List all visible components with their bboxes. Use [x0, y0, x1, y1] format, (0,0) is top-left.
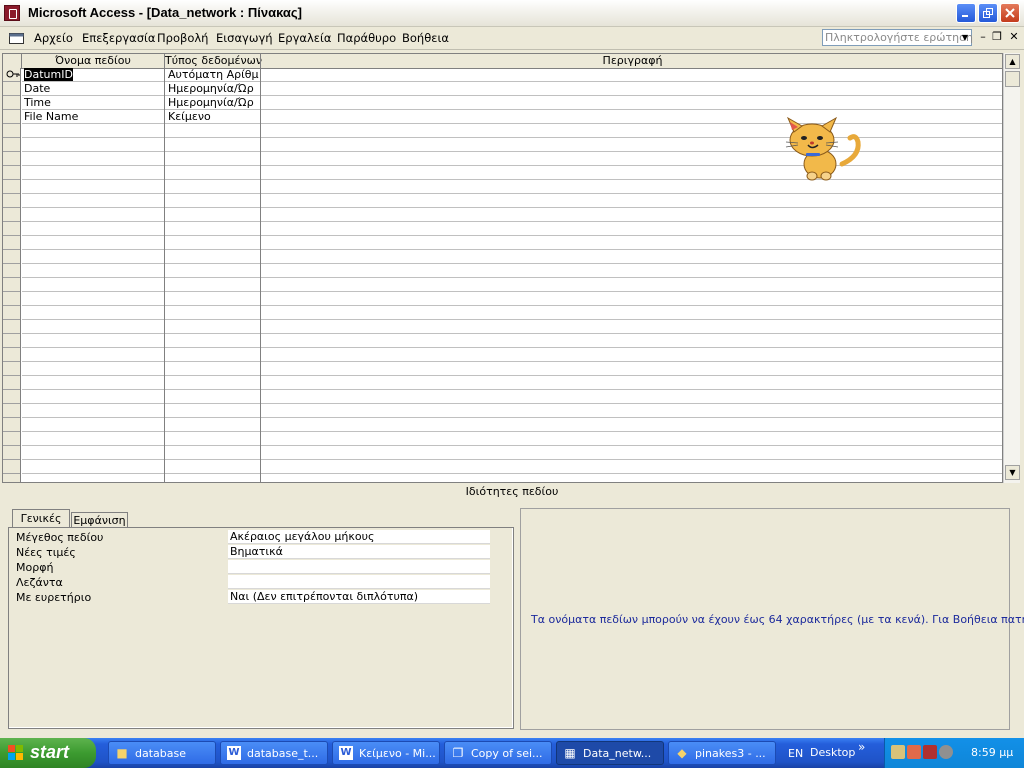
property-value-new-values[interactable]: Βηματικά — [228, 545, 490, 559]
mdi-close-button[interactable]: ✕ — [1007, 30, 1021, 44]
minimize-button[interactable] — [956, 3, 976, 23]
header-field-name[interactable]: Όνομα πεδίου — [22, 54, 165, 68]
property-value-field-size[interactable]: Ακέραιος μεγάλου μήκους — [228, 530, 490, 544]
property-label-caption: Λεζάντα — [16, 576, 63, 589]
chevron-down-icon[interactable]: ▼ — [959, 31, 971, 44]
field-name-cell[interactable]: DatumID — [24, 68, 73, 81]
column-divider — [164, 54, 165, 482]
taskbar-button-label: Data_netw... — [583, 747, 652, 760]
field-name-cell[interactable]: Time — [24, 96, 162, 110]
header-data-type[interactable]: Τύπος δεδομένων — [165, 54, 262, 68]
taskbar-button-copy-of[interactable]: ❐ Copy of sei... — [444, 741, 552, 765]
taskbar-button-database[interactable]: ■ database — [108, 741, 216, 765]
taskbar-button-pinakes3[interactable]: ◆ pinakes3 - ... — [668, 741, 776, 765]
column-divider — [260, 54, 261, 482]
office-assistant-cat[interactable] — [772, 112, 864, 184]
language-indicator[interactable]: EN — [788, 747, 803, 760]
start-label: start — [30, 742, 70, 762]
menu-tools[interactable]: Εργαλεία — [278, 31, 331, 45]
property-label-format: Μορφή — [16, 561, 54, 574]
taskbar-button-label: database_t... — [247, 747, 319, 760]
document-window-icon[interactable] — [8, 30, 26, 46]
taskbar-button-keimeno[interactable]: W Κείμενο - Mi... — [332, 741, 440, 765]
restore-button[interactable] — [978, 3, 998, 23]
vertical-scrollbar[interactable]: ▲ ▼ — [1003, 53, 1020, 483]
taskbar-button-label: pinakes3 - ... — [695, 747, 766, 760]
grid-header: Όνομα πεδίου Τύπος δεδομένων Περιγραφή — [3, 54, 1002, 69]
taskbar-button-label: Copy of sei... — [471, 747, 543, 760]
menu-file[interactable]: Αρχείο — [34, 31, 73, 45]
menu-help[interactable]: Βοήθεια — [402, 31, 449, 45]
clock[interactable]: 8:59 μμ — [971, 746, 1013, 759]
window-title: Microsoft Access - [Data_network : Πίνακ… — [28, 5, 302, 20]
scroll-down-icon[interactable]: ▼ — [1005, 465, 1020, 480]
taskbar-button-data-network[interactable]: ▦ Data_netw... — [556, 741, 664, 765]
header-description[interactable]: Περιγραφή — [261, 54, 1002, 68]
help-text: Τα ονόματα πεδίων μπορούν να έχουν έως 6… — [531, 613, 1024, 626]
property-value-caption[interactable] — [228, 575, 490, 589]
data-type-cell[interactable]: Ημερομηνία/Ώρ — [168, 82, 260, 96]
tray-assistant-icon[interactable] — [907, 745, 921, 759]
table-icon: ▦ — [564, 746, 576, 760]
mdi-minimize-button[interactable]: – — [976, 30, 990, 44]
data-type-cell[interactable]: Αυτόματη Αρίθμ — [168, 68, 260, 82]
taskbar-button-label: Κείμενο - Mi... — [359, 747, 436, 760]
tray-volume-icon[interactable] — [939, 745, 953, 759]
system-tray: 8:59 μμ — [884, 738, 1024, 768]
property-value-indexed[interactable]: Ναι (Δεν επιτρέπονται διπλότυπα) — [228, 590, 490, 604]
property-value-format[interactable] — [228, 560, 490, 574]
data-type-cell[interactable]: Κείμενο — [168, 110, 260, 124]
menu-edit[interactable]: Επεξεργασία — [82, 31, 155, 45]
ask-question-box[interactable]: Πληκτρολογήστε ερώτηση ▼ — [822, 29, 974, 46]
field-name-cell[interactable]: File Name — [24, 110, 162, 124]
menu-window[interactable]: Παράθυρο — [337, 31, 396, 45]
access-app-icon[interactable] — [4, 5, 20, 21]
field-properties-title: Ιδιότητες πεδίου — [465, 485, 559, 498]
menu-insert[interactable]: Εισαγωγή — [216, 31, 273, 45]
taskbar-button-label: database — [135, 747, 186, 760]
start-button[interactable]: start — [0, 738, 96, 768]
header-corner — [3, 54, 22, 68]
property-label-new-values: Νέες τιμές — [16, 546, 76, 559]
table-row[interactable]: DatumID — [24, 68, 73, 82]
help-panel: Τα ονόματα πεδίων μπορούν να έχουν έως 6… — [520, 508, 1024, 730]
ask-question-placeholder: Πληκτρολογήστε ερώτηση — [825, 31, 974, 44]
property-label-field-size: Μέγεθος πεδίου — [16, 531, 104, 544]
property-label-indexed: Με ευρετήριο — [16, 591, 92, 604]
primary-key-icon — [6, 69, 20, 81]
field-name-cell[interactable]: Date — [24, 82, 162, 96]
close-button[interactable] — [1000, 3, 1020, 23]
scroll-thumb[interactable] — [1005, 71, 1020, 87]
row-selectors[interactable] — [3, 68, 21, 482]
chevron-right-icon[interactable]: » — [858, 740, 865, 754]
taskbar-button-database-t[interactable]: W database_t... — [220, 741, 328, 765]
windows-logo-icon — [8, 745, 24, 761]
tray-security-icon[interactable] — [923, 745, 937, 759]
scroll-up-icon[interactable]: ▲ — [1005, 54, 1020, 69]
window-icon: ❐ — [452, 746, 464, 760]
desktop-toolbar[interactable]: Desktop — [810, 746, 855, 759]
word-doc-icon: W — [339, 746, 353, 760]
menu-view[interactable]: Προβολή — [157, 31, 208, 45]
tab-general[interactable]: Γενικές — [12, 509, 70, 528]
mdi-restore-button[interactable]: ❐ — [990, 30, 1004, 44]
data-type-cell[interactable]: Ημερομηνία/Ώρ — [168, 96, 260, 110]
folder-icon: ■ — [116, 746, 128, 760]
app-icon: ◆ — [677, 746, 687, 760]
tray-app-icon[interactable] — [891, 745, 905, 759]
word-doc-icon: W — [227, 746, 241, 760]
tab-lookup[interactable]: Εμφάνιση — [71, 512, 128, 528]
